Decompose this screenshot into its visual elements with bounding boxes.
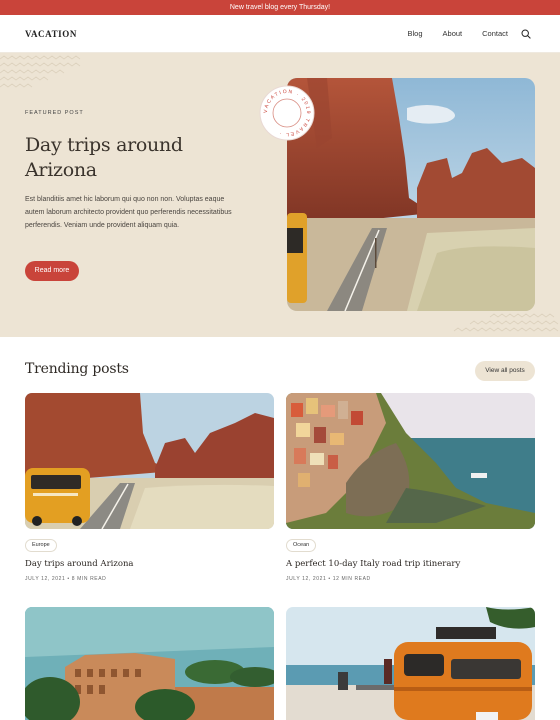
search-icon[interactable]	[521, 29, 531, 39]
vacation-badge-stamp: VACATION · 2019 TRAVEL ·	[259, 85, 315, 141]
post-date: JULY 12, 2021	[25, 576, 66, 582]
post-image-italy[interactable]	[286, 393, 535, 529]
post-read-time: 12 MIN READ	[332, 576, 371, 582]
main-nav: Blog About Contact	[408, 29, 508, 38]
announcement-bar: New travel blog every Thursday!	[0, 0, 560, 15]
trending-title: Trending posts	[25, 361, 129, 377]
hero-description: Est blanditiis amet hic laborum qui quo …	[25, 196, 232, 229]
site-logo[interactable]: VACATION	[25, 29, 77, 39]
post-image-arizona[interactable]	[25, 393, 274, 529]
site-header: VACATION Blog About Contact	[0, 15, 560, 53]
hero-title[interactable]: Day trips around Arizona	[25, 133, 225, 183]
featured-hero: FEATURED POST Day trips around Arizona E…	[0, 53, 560, 337]
post-meta: JULY 12, 2021 • 8 MIN READ	[25, 576, 106, 582]
view-all-posts-button[interactable]: View all posts	[475, 361, 535, 381]
post-image-van-beach[interactable]	[286, 607, 535, 720]
post-meta: JULY 12, 2021 • 12 MIN READ	[286, 576, 371, 582]
hero-image-arizona[interactable]	[287, 78, 535, 311]
post-title[interactable]: A perfect 10-day Italy road trip itinera…	[286, 559, 460, 569]
zigzag-pattern-decoration	[0, 55, 81, 88]
nav-blog[interactable]: Blog	[408, 29, 423, 38]
announcement-text: New travel blog every Thursday!	[229, 4, 331, 11]
read-more-button[interactable]: Read more	[25, 261, 79, 281]
nav-contact[interactable]: Contact	[482, 29, 508, 38]
post-image-rome[interactable]	[25, 607, 274, 720]
post-tag[interactable]: Ocean	[286, 539, 317, 552]
post-date: JULY 12, 2021	[286, 576, 327, 582]
zigzag-pattern-decoration	[453, 313, 559, 332]
post-read-time: 8 MIN READ	[71, 576, 107, 582]
nav-about[interactable]: About	[443, 29, 463, 38]
featured-label: FEATURED POST	[25, 110, 84, 116]
post-tag[interactable]: Europe	[25, 539, 57, 552]
post-title[interactable]: Day trips around Arizona	[25, 559, 134, 569]
